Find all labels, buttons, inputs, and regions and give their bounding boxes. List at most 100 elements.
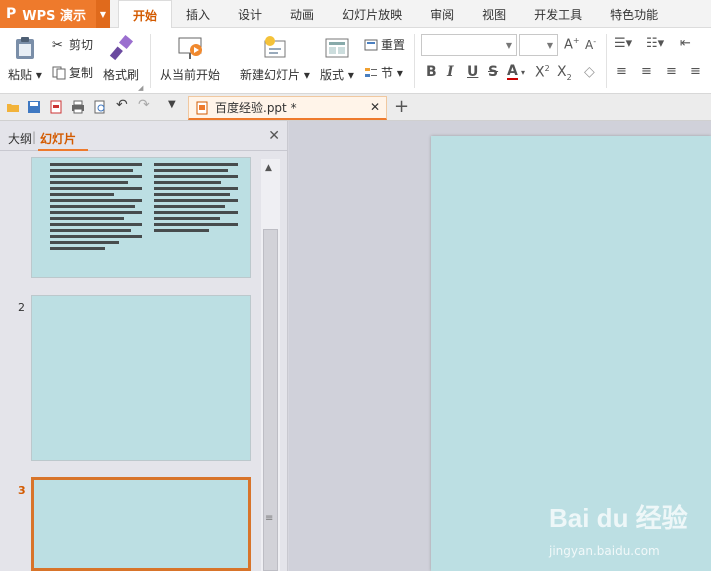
print-preview-icon[interactable] <box>93 100 107 114</box>
tab-review[interactable]: 审阅 <box>416 0 468 28</box>
ribbon-tabs: 开始 插入 设计 动画 幻灯片放映 审阅 视图 开发工具 特色功能 <box>118 0 672 29</box>
align-right-icon[interactable]: ≡ <box>666 64 677 79</box>
paste-label: 粘贴 ▾ <box>8 68 42 82</box>
chevron-down-icon: ▼ <box>546 40 554 50</box>
font-size-select[interactable]: ▼ <box>519 34 558 56</box>
ribbon-separator <box>414 34 415 88</box>
print-icon[interactable] <box>71 100 85 114</box>
undo-icon[interactable]: ↶ <box>116 97 130 113</box>
slide-thumbnail-3[interactable] <box>31 477 251 571</box>
decrease-indent-icon[interactable]: ⇤ <box>680 36 691 51</box>
play-from-current-button[interactable]: 从当前开始 <box>160 28 220 83</box>
clear-formatting-icon[interactable]: ◇ <box>584 64 595 80</box>
italic-icon[interactable]: I <box>447 64 454 80</box>
tab-view[interactable]: 视图 <box>468 0 520 28</box>
scissors-icon: ✂ <box>52 37 63 53</box>
underline-icon[interactable]: U <box>467 64 478 80</box>
decrease-font-size-icon[interactable]: A- <box>585 37 596 52</box>
align-left-icon[interactable]: ≡ <box>616 64 627 79</box>
reset-icon <box>364 39 378 50</box>
tab-slides[interactable]: 幻灯片 <box>40 130 76 147</box>
format-painter-label: 格式刷 <box>103 68 140 82</box>
increase-font-size-icon[interactable]: A+ <box>564 36 580 52</box>
app-menu-button[interactable]: P WPS 演示 <box>0 0 96 28</box>
app-name: WPS 演示 <box>22 8 87 24</box>
tab-insert[interactable]: 插入 <box>172 0 224 28</box>
redo-icon[interactable]: ↷ <box>138 97 152 113</box>
format-painter-button[interactable]: 格式刷 <box>103 28 139 83</box>
new-tab-icon[interactable]: + <box>394 96 409 117</box>
scroll-up-icon[interactable]: ▲ <box>265 163 272 173</box>
document-tab[interactable]: 百度经验.ppt * ✕ <box>188 96 387 120</box>
presentation-play-icon <box>178 37 202 59</box>
close-panel-icon[interactable]: ✕ <box>268 128 280 144</box>
slide-thumbnail-2[interactable] <box>31 295 251 461</box>
cut-button[interactable]: ✂ 剪切 <box>52 36 93 53</box>
tab-design[interactable]: 设计 <box>224 0 276 28</box>
active-tab-indicator <box>38 149 88 151</box>
new-slide-icon <box>264 36 286 58</box>
app-menu-dropdown-icon[interactable]: ▼ <box>96 0 110 28</box>
new-slide-label: 新建幻灯片 ▾ <box>240 68 310 82</box>
copy-button[interactable]: 复制 <box>52 64 93 81</box>
cut-label: 剪切 <box>69 38 94 52</box>
close-tab-icon[interactable]: ✕ <box>370 100 380 114</box>
ribbon-separator <box>150 34 151 88</box>
bullet-list-icon[interactable]: ☰▾ <box>614 36 632 51</box>
new-slide-button[interactable]: 新建幻灯片 ▾ <box>240 28 310 83</box>
panel-tab-divider: | <box>32 130 37 144</box>
section-button[interactable]: 节 ▾ <box>364 64 403 81</box>
layout-icon <box>325 38 349 58</box>
slides-panel: 大纲 | 幻灯片 ✕ 2 3 ▲ ≡ <box>0 121 288 571</box>
format-painter-icon <box>109 34 134 61</box>
chevron-down-icon: ▼ <box>505 40 513 50</box>
reset-button[interactable]: 重置 <box>364 36 405 53</box>
layout-button[interactable]: 版式 ▾ <box>320 28 354 83</box>
chevron-down-icon[interactable]: ▾ <box>521 68 525 77</box>
bold-icon[interactable]: B <box>426 64 437 80</box>
tab-slideshow[interactable]: 幻灯片放映 <box>328 0 416 28</box>
copy-label: 复制 <box>69 66 94 80</box>
tab-animation[interactable]: 动画 <box>276 0 328 28</box>
play-from-current-label: 从当前开始 <box>160 68 221 82</box>
font-color-icon[interactable]: A <box>507 64 518 80</box>
quick-access-bar: ↶ ↷ ▼ 百度经验.ppt * ✕ + <box>0 94 711 121</box>
copy-icon <box>52 66 66 79</box>
section-icon <box>365 67 377 77</box>
superscript-icon[interactable]: X2 <box>535 64 550 81</box>
strikethrough-icon[interactable]: S <box>488 64 498 80</box>
slide-text-column-left <box>50 160 142 253</box>
align-center-icon[interactable]: ≡ <box>641 64 652 79</box>
section-label: 节 ▾ <box>381 66 403 80</box>
clipboard-icon <box>15 37 34 59</box>
tab-special-features[interactable]: 特色功能 <box>596 0 672 28</box>
tab-developer[interactable]: 开发工具 <box>520 0 596 28</box>
customize-toolbar-icon[interactable]: ▼ <box>168 99 182 113</box>
font-family-select[interactable]: ▼ <box>421 34 517 56</box>
ribbon-separator <box>606 34 607 88</box>
panel-scrollbar[interactable]: ▲ ≡ <box>261 159 280 571</box>
justify-icon[interactable]: ≡ <box>690 64 701 79</box>
panel-tabs: 大纲 | 幻灯片 ✕ <box>0 121 288 151</box>
tab-outline[interactable]: 大纲 <box>8 130 32 147</box>
tab-home[interactable]: 开始 <box>118 0 173 29</box>
ppt-file-icon <box>196 101 208 114</box>
clipboard-group-launcher-icon[interactable]: ◢ <box>138 84 143 92</box>
scroll-grip-icon[interactable]: ≡ <box>265 513 273 524</box>
layout-label: 版式 ▾ <box>320 68 354 82</box>
slide-number: 3 <box>18 484 26 497</box>
subscript-icon[interactable]: X2 <box>557 64 572 82</box>
save-icon[interactable] <box>27 100 41 114</box>
document-tab-title: 百度经验.ppt * <box>215 101 297 115</box>
open-folder-icon[interactable] <box>6 100 20 114</box>
watermark-site: jingyan.baidu.com <box>549 544 660 558</box>
reset-label: 重置 <box>381 38 406 52</box>
export-pdf-icon[interactable] <box>49 100 63 114</box>
paste-button[interactable]: 粘贴 ▾ <box>8 28 42 83</box>
numbered-list-icon[interactable]: ☷▾ <box>646 36 664 51</box>
menu-bar: P WPS 演示 ▼ 开始 插入 设计 动画 幻灯片放映 审阅 视图 开发工具 … <box>0 0 711 29</box>
slide-number: 2 <box>18 301 25 314</box>
slide-text-column-right <box>154 160 238 235</box>
slide-thumbnail-1[interactable] <box>31 157 251 278</box>
watermark-brand: Bai du 经验 <box>549 503 688 533</box>
